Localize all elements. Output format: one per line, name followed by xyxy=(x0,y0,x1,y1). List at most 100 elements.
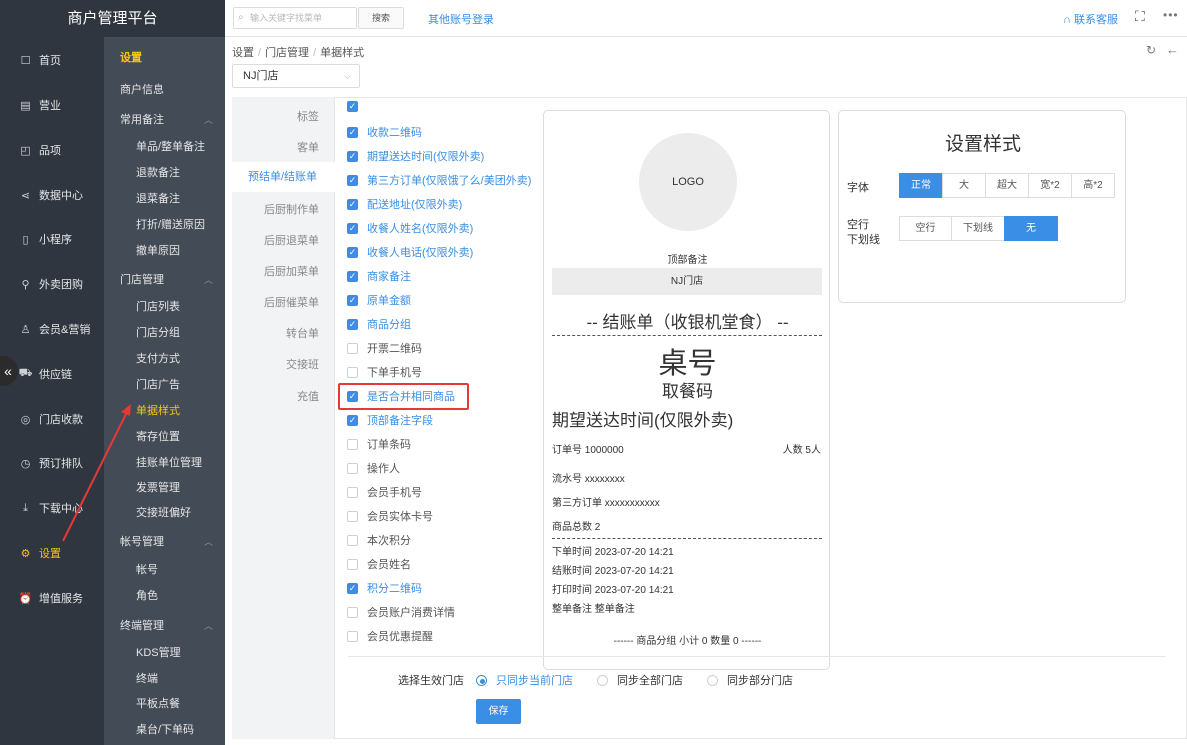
nav-item-10[interactable]: ⤓ 下载中心 xyxy=(0,496,104,520)
refresh-icon[interactable]: ↻ xyxy=(1146,43,1156,57)
checkbox[interactable] xyxy=(347,510,358,522)
fullscreen-icon[interactable]: ⛶ xyxy=(1135,8,1145,25)
subnav-item[interactable]: 角色 xyxy=(104,584,225,606)
checkbox[interactable]: ✓ xyxy=(347,294,358,306)
subnav-item[interactable]: 帐号 xyxy=(104,558,225,580)
subnav-item[interactable]: 平板点餐 xyxy=(104,692,225,714)
checkbox[interactable] xyxy=(347,462,358,474)
checkbox-item[interactable]: 下单手机号 xyxy=(347,364,422,380)
save-button[interactable]: 保存 xyxy=(476,699,521,724)
checkbox-item[interactable]: ✓ 商家备注 xyxy=(347,268,411,284)
subnav-item[interactable]: 退菜备注 xyxy=(104,187,225,209)
subnav-item[interactable]: 支付方式 xyxy=(104,347,225,369)
checkbox-item[interactable]: 会员手机号 xyxy=(347,484,422,500)
checkbox-item[interactable]: 本次积分 xyxy=(347,532,411,548)
tab-7[interactable]: 转台单 xyxy=(232,325,319,341)
subnav-item[interactable]: KDS管理 xyxy=(104,641,225,663)
checkbox-item[interactable]: 订单条码 xyxy=(347,436,411,452)
checkbox[interactable]: ✓ xyxy=(347,126,358,138)
subnav-merchant-info[interactable]: 商户信息 xyxy=(104,78,225,100)
checkbox[interactable]: ✓ xyxy=(347,222,358,234)
breadcrumb-item[interactable]: 门店管理 xyxy=(265,47,309,59)
radio-dot[interactable] xyxy=(707,674,718,686)
scope-radio[interactable]: 只同步当前门店 xyxy=(476,672,573,688)
checkbox[interactable]: ✓ xyxy=(347,318,358,330)
scope-radio[interactable]: 同步部分门店 xyxy=(707,672,793,688)
tab-3[interactable]: 后厨制作单 xyxy=(232,201,319,217)
checkbox[interactable] xyxy=(347,342,358,354)
search-button[interactable]: 搜索 xyxy=(358,7,404,29)
nav-item-5[interactable]: ⚲ 外卖团购 xyxy=(0,272,104,296)
nav-item-9[interactable]: ◷ 预订排队 xyxy=(0,451,104,475)
checkbox[interactable]: ✓ xyxy=(347,246,358,258)
tab-8[interactable]: 交接班 xyxy=(232,356,319,372)
store-select[interactable]: NJ门店 ⌵ xyxy=(232,64,360,88)
segment-option[interactable]: 高*2 xyxy=(1071,173,1115,198)
nav-item-6[interactable]: ♙ 会员&营销 xyxy=(0,317,104,341)
checkbox[interactable]: ✓ xyxy=(347,150,358,162)
nav-item-0[interactable]: ☐ 首页 xyxy=(0,48,104,72)
contact-support-link[interactable]: ∩ 联系客服 xyxy=(1063,11,1118,27)
checkbox-item[interactable]: ✓ 收餐人姓名(仅限外卖) xyxy=(347,220,473,236)
checkbox[interactable]: ✓ xyxy=(347,582,358,594)
subnav-item[interactable]: 退款备注 xyxy=(104,161,225,183)
checkbox-item[interactable]: ✓ 收款二维码 xyxy=(347,124,422,140)
segment-option[interactable]: 大 xyxy=(942,173,986,198)
checkbox-item-partial[interactable]: ✓ xyxy=(347,100,367,112)
more-icon[interactable]: ••• xyxy=(1163,8,1179,22)
checkbox[interactable] xyxy=(347,534,358,546)
subnav-item[interactable]: 寄存位置 xyxy=(104,425,225,447)
breadcrumb-item[interactable]: 设置 xyxy=(232,47,254,59)
nav-item-8[interactable]: ◎ 门店收款 xyxy=(0,407,104,431)
tab-0[interactable]: 标签 xyxy=(232,108,319,124)
subnav-item[interactable]: 发票管理 xyxy=(104,476,225,498)
back-arrow-icon[interactable]: ← xyxy=(1166,42,1179,57)
checkbox-item[interactable]: ✓ 期望送达时间(仅限外卖) xyxy=(347,148,484,164)
subnav-group-store[interactable]: 门店管理 ︿ xyxy=(104,268,225,290)
checkbox[interactable] xyxy=(347,606,358,618)
subnav-group-terminal[interactable]: 终端管理 ︿ xyxy=(104,614,225,636)
tab-2[interactable]: 预结单/结账单 xyxy=(232,162,335,192)
checkbox[interactable]: ✓ xyxy=(347,198,358,210)
nav-item-11[interactable]: ⚙ 设置 xyxy=(0,541,104,565)
subnav-item[interactable]: 挂账单位管理 xyxy=(104,451,225,473)
nav-item-2[interactable]: ◰ 品项 xyxy=(0,138,104,162)
segment-option[interactable]: 正常 xyxy=(899,173,943,198)
checkbox[interactable]: ✓ xyxy=(347,270,358,282)
search-input[interactable]: ⌕ 输入关键字找菜单 xyxy=(233,7,357,29)
scope-radio[interactable]: 同步全部门店 xyxy=(597,672,683,688)
checkbox-item[interactable]: 会员实体卡号 xyxy=(347,508,433,524)
segment-option[interactable]: 下划线 xyxy=(951,216,1005,241)
segment-option[interactable]: 宽*2 xyxy=(1028,173,1072,198)
nav-item-4[interactable]: ▯ 小程序 xyxy=(0,227,104,251)
nav-item-3[interactable]: ⋖ 数据中心 xyxy=(0,183,104,207)
checkbox[interactable]: ✓ xyxy=(347,174,358,186)
subnav-item[interactable]: 门店广告 xyxy=(104,373,225,395)
radio-dot[interactable] xyxy=(476,674,487,686)
segment-option[interactable]: 超大 xyxy=(985,173,1029,198)
checkbox-item[interactable]: 操作人 xyxy=(347,460,400,476)
tab-1[interactable]: 客单 xyxy=(232,139,319,155)
checkbox[interactable]: ✓ xyxy=(347,414,358,426)
checkbox-item[interactable]: ✓ 原单金额 xyxy=(347,292,411,308)
checkbox[interactable] xyxy=(347,366,358,378)
subnav-item[interactable]: 撤单原因 xyxy=(104,239,225,261)
tab-6[interactable]: 后厨催菜单 xyxy=(232,294,319,310)
checkbox-item[interactable]: ✓ 积分二维码 xyxy=(347,580,422,596)
subnav-group-account[interactable]: 帐号管理 ︿ xyxy=(104,530,225,552)
tab-5[interactable]: 后厨加菜单 xyxy=(232,263,319,279)
checkbox[interactable] xyxy=(347,630,358,642)
checkbox-item[interactable]: 会员优惠提醒 xyxy=(347,628,433,644)
checkbox-item[interactable]: 会员账户消费详情 xyxy=(347,604,455,620)
checkbox-item[interactable]: ✓ 收餐人电话(仅限外卖) xyxy=(347,244,473,260)
checkbox-item[interactable]: ✓ 配送地址(仅限外卖) xyxy=(347,196,462,212)
subnav-item[interactable]: 门店列表 xyxy=(104,295,225,317)
subnav-item[interactable]: 桌台/下单码 xyxy=(104,718,225,740)
checkbox-item[interactable]: 开票二维码 xyxy=(347,340,422,356)
checkbox-item[interactable]: ✓ 第三方订单(仅限饿了么/美团外卖) xyxy=(347,172,531,188)
tab-9[interactable]: 充值 xyxy=(232,388,319,404)
nav-item-1[interactable]: ▤ 营业 xyxy=(0,93,104,117)
checkbox[interactable] xyxy=(347,558,358,570)
tab-4[interactable]: 后厨退菜单 xyxy=(232,232,319,248)
subnav-group-notes[interactable]: 常用备注 ︿ xyxy=(104,108,225,130)
